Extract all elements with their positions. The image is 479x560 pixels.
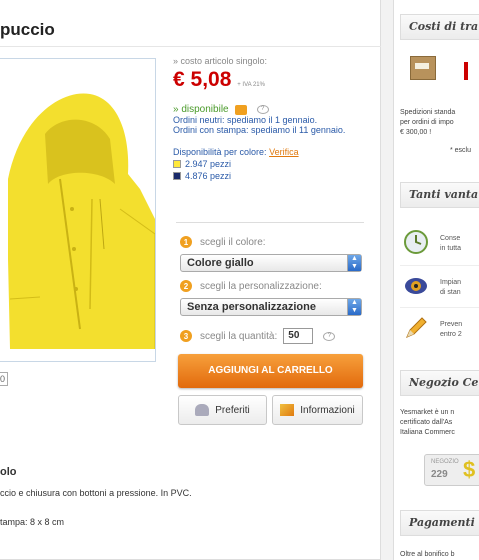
step-color: 1 scegli il colore:	[180, 236, 266, 248]
step-label: scegli la personalizzazione:	[200, 280, 322, 292]
iva-label: + IVA 21%	[237, 82, 265, 88]
step-number: 3	[180, 330, 192, 342]
availability-row: » disponibile ?	[173, 104, 373, 115]
advantage-1-line-1: Conse	[440, 235, 461, 242]
certified-store-badge[interactable]: NEGOZIO 229 $	[424, 454, 479, 486]
page: puccio 0 » costo articolo singolo: € 5,0	[0, 0, 479, 560]
advantage-2-line-2: di stan	[440, 289, 461, 296]
certified-store-header: Negozio Ce	[400, 370, 479, 396]
product-image[interactable]	[0, 58, 156, 362]
shipping-print: Ordini con stampa: spediamo il 11 gennai…	[173, 125, 346, 135]
clock-graphic	[404, 230, 428, 254]
step-label: scegli la quantità:	[200, 330, 278, 342]
add-to-cart-button[interactable]: AGGIUNGI AL CARRELLO	[178, 354, 363, 388]
color-select[interactable]: Colore giallo ▲ ▼	[180, 254, 362, 272]
step-quantity: 3 scegli la quantità: 50 ?	[180, 328, 336, 344]
advantage-2-line-1: Impian	[440, 279, 462, 286]
thumbs-up-icon	[234, 104, 247, 115]
step-number: 1	[180, 236, 192, 248]
shipping-note: * esclu	[450, 147, 472, 154]
price-value: € 5,08	[173, 68, 232, 91]
raincoat-illustration	[0, 59, 155, 361]
step-customization: 2 scegli la personalizzazione:	[180, 280, 322, 292]
clock-icon	[404, 230, 428, 254]
quantity-input[interactable]: 50	[283, 328, 314, 344]
advantage-3-line-1: Preven	[440, 321, 463, 328]
heart-plus-icon	[195, 404, 210, 416]
description-title: olo	[0, 466, 17, 478]
price-label: » costo articolo singolo:	[173, 56, 268, 66]
stock-yellow-qty: 2.947 pezzi	[185, 159, 232, 169]
payments-line: Oltre al bonifico b	[400, 551, 455, 558]
advantage-divider	[400, 307, 479, 308]
shipping-line-2: per ordini di impo	[400, 119, 454, 126]
color-select-value: Colore giallo	[187, 257, 254, 269]
favorites-label: Preferiti	[215, 404, 250, 416]
store-line-1: Yesmarket è un n	[400, 409, 455, 416]
payments-header: Pagamenti	[400, 510, 479, 536]
select-arrows-icon: ▲ ▼	[347, 299, 361, 315]
advantage-1-line-2: in tutta	[440, 245, 462, 252]
advantage-divider	[400, 265, 479, 266]
store-line-3: Italiana Commerc	[400, 429, 455, 436]
product-info: » costo articolo singolo: € 5,08 + IVA 2…	[173, 56, 373, 181]
print-area-text: tampa: 8 x 8 cm	[0, 517, 65, 527]
shipping-line-3: € 300,00 !	[400, 129, 432, 136]
product-title: puccio	[0, 20, 55, 39]
options-divider	[176, 222, 364, 223]
advantages-header: Tanti vanta	[400, 182, 479, 208]
product-panel: puccio 0 » costo articolo singolo: € 5,0	[0, 0, 381, 560]
eye-graphic	[405, 278, 427, 294]
shipping-line-1: Spedizioni standa	[400, 109, 456, 116]
stock-yellow: 2.947 pezzi	[173, 159, 373, 169]
customization-select-value: Senza personalizzazione	[187, 301, 316, 313]
navy-swatch	[173, 172, 181, 180]
shipping-costs-header: Costi di tra	[400, 14, 479, 40]
verify-link[interactable]: Verifica	[269, 147, 299, 157]
select-arrows-icon: ▲ ▼	[347, 255, 361, 271]
dollar-icon: $	[463, 457, 476, 482]
info-label: Informazioni	[300, 404, 355, 416]
customization-select[interactable]: Senza personalizzazione ▲ ▼	[180, 298, 362, 316]
step-number: 2	[180, 280, 192, 292]
help-icon[interactable]: ?	[323, 331, 336, 341]
eye-icon	[404, 274, 428, 298]
availability-status: » disponibile	[173, 104, 229, 115]
badge-number: 229	[431, 469, 448, 480]
help-icon[interactable]: ?	[256, 105, 269, 114]
title-divider	[0, 46, 381, 47]
pencil-icon	[404, 316, 428, 340]
pencil-graphic	[406, 317, 427, 338]
store-line-2: certificato dall'As	[400, 419, 453, 426]
price-block: € 5,08 + IVA 21%	[173, 68, 373, 92]
color-availability: Disponibilità per colore: Verifica	[173, 147, 373, 157]
sidebar: Costi di tra Spedizioni standa per ordin…	[393, 0, 479, 560]
yellow-swatch	[173, 160, 181, 168]
favorites-button[interactable]: Preferiti	[178, 395, 267, 425]
badge-label: NEGOZIO	[431, 459, 459, 465]
free-shipping-box-icon	[410, 56, 436, 80]
stock-navy: 4.876 pezzi	[173, 171, 373, 181]
info-button[interactable]: Informazioni	[272, 395, 363, 425]
pencil-icon	[280, 404, 295, 416]
description-text: ccio e chiusura con bottoni a pressione.…	[0, 488, 192, 498]
stock-navy-qty: 4.876 pezzi	[185, 171, 232, 181]
color-availability-label: Disponibilità per colore:	[173, 147, 267, 157]
thumbnail-selector[interactable]: 0	[0, 372, 8, 386]
advantage-3-line-2: entro 2	[440, 331, 462, 338]
free-shipping-tag	[415, 63, 429, 69]
free-shipping-mark-icon	[464, 62, 478, 80]
shipping-neutral: Ordini neutri: spediamo il 1 gennaio.	[173, 115, 318, 125]
step-label: scegli il colore:	[200, 236, 266, 248]
